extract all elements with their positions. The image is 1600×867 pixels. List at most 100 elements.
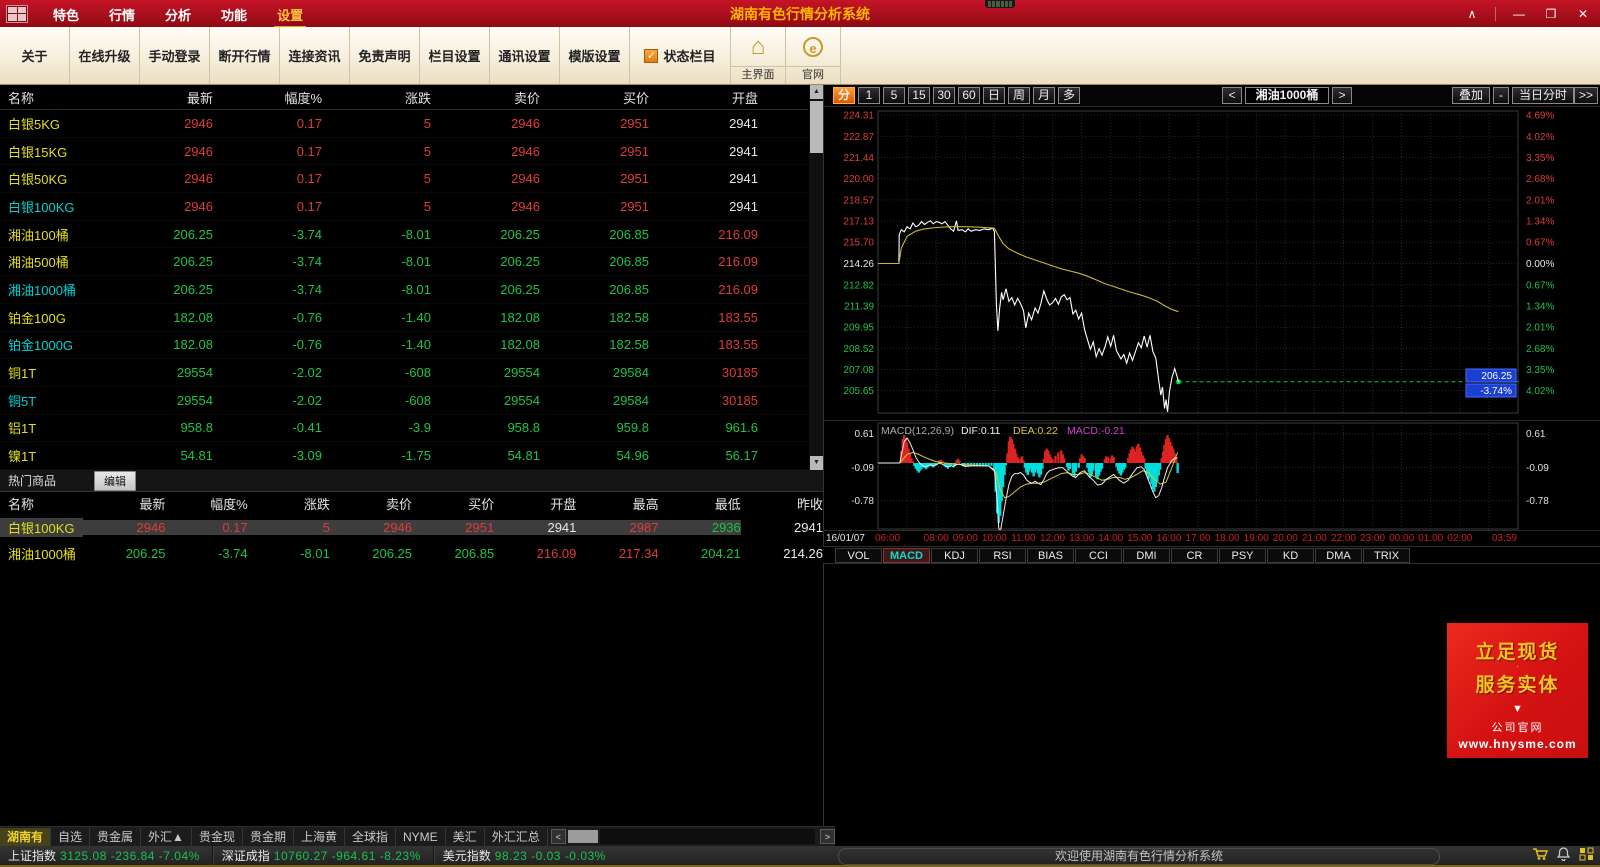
quote-row[interactable]: 铂金100G 182.08 -0.76 -1.40 182.08 182.58 183.55 bbox=[0, 304, 808, 332]
indicator-tab-PSY[interactable]: PSY bbox=[1219, 548, 1266, 563]
tabs-scroll-left-icon[interactable]: < bbox=[550, 829, 566, 844]
toolbar-button-7[interactable]: 栏目设置 bbox=[420, 27, 490, 84]
scroll-down-icon[interactable]: ▼ bbox=[810, 456, 823, 470]
toolbar-button-5[interactable]: 连接资讯 bbox=[280, 27, 350, 84]
market-tab-6[interactable]: 贵金期 bbox=[243, 827, 294, 846]
cart-icon[interactable] bbox=[1532, 847, 1548, 861]
maximize-button[interactable]: ❐ bbox=[1542, 7, 1560, 21]
edit-button[interactable]: 编辑 bbox=[94, 470, 137, 491]
bell-icon[interactable] bbox=[1557, 847, 1570, 861]
scrollbar-thumb[interactable] bbox=[810, 101, 823, 153]
menu-item-2[interactable]: 行情 bbox=[94, 0, 150, 28]
period-button-分[interactable]: 分 bbox=[833, 87, 855, 104]
period-button-15[interactable]: 15 bbox=[908, 87, 930, 104]
status-bar-checkbox[interactable]: ✓ 状态栏目 bbox=[630, 27, 731, 84]
toolbar-button-2[interactable]: 在线升级 bbox=[70, 27, 140, 84]
period-button-5[interactable]: 5 bbox=[883, 87, 905, 104]
quote-row[interactable]: 白银5KG 2946 0.17 5 2946 2951 2941 bbox=[0, 110, 808, 138]
quote-row[interactable]: 白银100KG 2946 0.17 5 2946 2951 2941 bbox=[0, 193, 808, 221]
tabs-scrollbar-track[interactable] bbox=[599, 829, 815, 844]
indicator-tab-CR[interactable]: CR bbox=[1171, 548, 1218, 563]
market-tab-3[interactable]: 贵金属 bbox=[90, 827, 142, 846]
menu-item-3[interactable]: 分析 bbox=[150, 0, 206, 28]
quote-row[interactable]: 铜5T 29554 -2.02 -608 29554 29584 30185 bbox=[0, 387, 808, 415]
period-button-月[interactable]: 月 bbox=[1033, 87, 1055, 104]
expand-button[interactable]: >> bbox=[1574, 87, 1598, 104]
market-tab-4[interactable]: 外汇▲ bbox=[141, 827, 192, 846]
close-button[interactable]: ✕ bbox=[1574, 7, 1592, 21]
menu-item-4[interactable]: 功能 bbox=[206, 0, 262, 28]
market-tab-2[interactable]: 自选 bbox=[51, 827, 91, 846]
svg-text:208.52: 208.52 bbox=[843, 344, 874, 355]
checkbox-checked-icon[interactable]: ✓ bbox=[644, 48, 659, 63]
toolbar-button-4[interactable]: 断开行情 bbox=[210, 27, 280, 84]
hot-tab[interactable]: 热门商品 bbox=[0, 472, 64, 489]
period-button-多[interactable]: 多 bbox=[1058, 87, 1080, 104]
market-tab-9[interactable]: NYME bbox=[396, 827, 446, 846]
indicator-tab-DMA[interactable]: DMA bbox=[1315, 548, 1362, 563]
official-site-button[interactable]: e 官网 bbox=[786, 27, 841, 84]
quote-row[interactable]: 铜1T 29554 -2.02 -608 29554 29584 30185 bbox=[0, 359, 808, 387]
quote-row[interactable]: 湘油1000桶 206.25 -3.74 -8.01 206.25 206.85 216.0… bbox=[0, 276, 808, 304]
quote-row[interactable]: 铂金1000G 182.08 -0.76 -1.40 182.08 182.58 183.5… bbox=[0, 332, 808, 360]
quote-row[interactable]: 湘油100桶 206.25 -3.74 -8.01 206.25 206.85 216.09 bbox=[0, 221, 808, 249]
hot-row[interactable]: 湘油1000桶 206.25 -3.74 -8.01 206.25 206.85 216.0… bbox=[0, 540, 823, 566]
menu-item-1[interactable]: 特色 bbox=[38, 0, 94, 28]
indicator-tab-KD[interactable]: KD bbox=[1267, 548, 1314, 563]
indicator-tab-DMI[interactable]: DMI bbox=[1123, 548, 1170, 563]
market-tab-8[interactable]: 全球指 bbox=[345, 827, 396, 846]
period-button-日[interactable]: 日 bbox=[983, 87, 1005, 104]
indicator-tab-TRIX[interactable]: TRIX bbox=[1363, 548, 1410, 563]
toolbar-button-1[interactable]: 关于 bbox=[0, 27, 70, 84]
quote-row[interactable]: 湘油500桶 206.25 -3.74 -8.01 206.25 206.85 216.09 bbox=[0, 248, 808, 276]
market-tab-5[interactable]: 贵金现 bbox=[192, 827, 243, 846]
prev-instrument-button[interactable]: < bbox=[1222, 87, 1242, 104]
indicator-tab-VOL[interactable]: VOL bbox=[835, 548, 882, 563]
toolbar-button-6[interactable]: 免责声明 bbox=[350, 27, 420, 84]
cell: 2946 bbox=[511, 143, 540, 159]
macd-chart[interactable]: 0.61 0.61 -0.09 -0.09 -0.78 -0.78 MACD(12,26,9… bbox=[823, 420, 1600, 533]
indicator-tab-BIAS[interactable]: BIAS bbox=[1027, 548, 1074, 563]
hot-row[interactable]: 白银100KG 2946 0.17 5 2946 2951 2941 2987 2936 2941 bbox=[0, 514, 823, 540]
market-tab-10[interactable]: 美汇 bbox=[446, 827, 485, 846]
minimize-button[interactable]: — bbox=[1510, 7, 1528, 21]
period-button-周[interactable]: 周 bbox=[1008, 87, 1030, 104]
period-button-60[interactable]: 60 bbox=[958, 87, 980, 104]
toolbar: 关于 在线升级 手动登录 断开行情 连接资讯 免责声明 栏目设置 通讯设置 模版设置 ✓ 状态栏… bbox=[0, 27, 1600, 85]
next-instrument-button[interactable]: > bbox=[1332, 87, 1352, 104]
quote-row[interactable]: 白银50KG 2946 0.17 5 2946 2951 2941 bbox=[0, 165, 808, 193]
cell: 182.08 bbox=[500, 309, 540, 325]
cell: -0.76 bbox=[292, 337, 322, 353]
toolbar-button-9[interactable]: 模版设置 bbox=[560, 27, 630, 84]
quote-row[interactable]: 铝1T 958.8 -0.41 -3.9 958.8 959.8 961.6 bbox=[0, 415, 808, 443]
price-chart[interactable]: 224.31 4.69% 222.87 4.02% 221.44 3.35% 220.00 2… bbox=[823, 107, 1600, 420]
market-tab-7[interactable]: 上海黄 bbox=[294, 827, 345, 846]
quote-row[interactable]: 白银15KG 2946 0.17 5 2946 2951 2941 bbox=[0, 138, 808, 166]
indicator-tab-RSI[interactable]: RSI bbox=[979, 548, 1026, 563]
tabs-scrollbar-thumb[interactable] bbox=[567, 830, 598, 843]
toolbar-button-8[interactable]: 通讯设置 bbox=[490, 27, 560, 84]
collapse-button[interactable]: ∧ bbox=[1463, 7, 1481, 21]
indicator-tab-CCI[interactable]: CCI bbox=[1075, 548, 1122, 563]
cell: -3.74 bbox=[292, 226, 322, 242]
period-button-30[interactable]: 30 bbox=[933, 87, 955, 104]
market-tab-11[interactable]: 外汇汇总 bbox=[485, 827, 548, 846]
indicator-tab-KDJ[interactable]: KDJ bbox=[931, 548, 978, 563]
ad-banner[interactable]: 立足现货 · 服务实体 ▼ 公司官网 www.hnysme.com bbox=[1447, 623, 1588, 758]
vertical-scrollbar[interactable]: ▲ ▼ bbox=[808, 85, 823, 470]
tabs-scroll-right-icon[interactable]: > bbox=[820, 829, 835, 844]
toolbar-button-3[interactable]: 手动登录 bbox=[140, 27, 210, 84]
indicator-tab-MACD[interactable]: MACD bbox=[883, 548, 930, 563]
intraday-mode-button[interactable]: 当日分时 bbox=[1512, 87, 1574, 104]
instrument-selector[interactable]: 湘油1000桶 bbox=[1245, 87, 1329, 104]
layout-grid-icon[interactable] bbox=[1579, 847, 1594, 861]
zoom-out-button[interactable]: - bbox=[1493, 87, 1509, 104]
scroll-up-icon[interactable]: ▲ bbox=[810, 85, 823, 99]
menu-item-5[interactable]: 设置 bbox=[262, 0, 318, 28]
quote-row[interactable]: 镍1T 54.81 -3.09 -1.75 54.81 54.96 56.17 bbox=[0, 442, 808, 470]
overlay-button[interactable]: 叠加 bbox=[1452, 87, 1490, 104]
period-button-1[interactable]: 1 bbox=[858, 87, 880, 104]
svg-text:217.13: 217.13 bbox=[843, 217, 874, 228]
market-tab-1[interactable]: 湖南有 bbox=[0, 827, 52, 846]
home-button[interactable]: ⌂ 主界面 bbox=[731, 27, 786, 84]
